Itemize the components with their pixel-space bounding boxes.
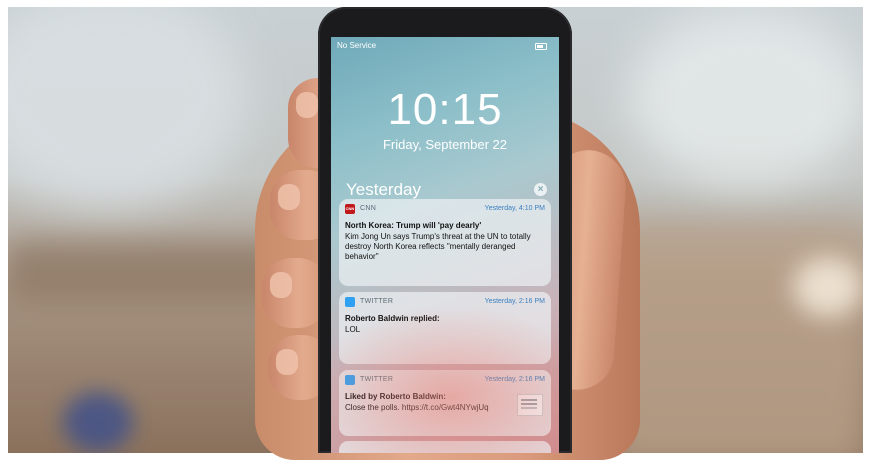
notification-body: Kim Jong Un says Trump's threat at the U… bbox=[345, 232, 531, 261]
notification-app-name: CNN bbox=[360, 205, 377, 212]
notification-title: North Korea: Trump will 'pay dearly' bbox=[345, 221, 482, 230]
background-blue-object bbox=[63, 392, 133, 452]
notification-time: Yesterday, 4:10 PM bbox=[484, 205, 545, 212]
notification-app-name: TWITTER bbox=[360, 376, 394, 383]
battery-icon bbox=[535, 42, 547, 51]
section-header: Yesterday bbox=[346, 180, 421, 199]
cnn-app-icon: CNN bbox=[345, 204, 355, 214]
window-light bbox=[628, 7, 863, 187]
notification-time: Yesterday, 2:16 PM bbox=[484, 298, 545, 305]
lock-clock: 10:15 bbox=[387, 85, 503, 134]
notification-body: LOL bbox=[345, 325, 361, 334]
notification-card-partial[interactable] bbox=[339, 441, 551, 453]
notification-card[interactable]: CNN CNN Yesterday, 4:10 PM North Korea: … bbox=[339, 199, 551, 286]
notification-app-name: TWITTER bbox=[360, 298, 394, 305]
tweet-thumbnail bbox=[517, 394, 543, 416]
clear-notifications-icon[interactable]: × bbox=[534, 183, 547, 196]
status-bar: No Service bbox=[337, 41, 553, 53]
notification-time: Yesterday, 2:16 PM bbox=[484, 376, 545, 383]
lock-screen: No Service 10:15 Friday, September 22 Ye… bbox=[331, 37, 559, 453]
lock-date: Friday, September 22 bbox=[382, 137, 508, 152]
notification-title: Liked by Roberto Baldwin: bbox=[345, 392, 446, 401]
twitter-app-icon bbox=[345, 375, 355, 385]
window-light-left bbox=[8, 7, 248, 207]
notification-title: Roberto Baldwin replied: bbox=[345, 314, 440, 323]
smartphone: No Service 10:15 Friday, September 22 Ye… bbox=[318, 7, 572, 453]
carrier-label: No Service bbox=[337, 41, 377, 50]
background-lamp bbox=[793, 257, 863, 317]
notification-card[interactable]: TWITTER Yesterday, 2:16 PM Roberto Baldw… bbox=[339, 292, 551, 364]
notification-body: Close the polls. https://t.co/Gwt4NYwjUq bbox=[345, 403, 489, 412]
notification-card[interactable]: TWITTER Yesterday, 2:16 PM Liked by Robe… bbox=[339, 370, 551, 436]
twitter-app-icon bbox=[345, 297, 355, 307]
